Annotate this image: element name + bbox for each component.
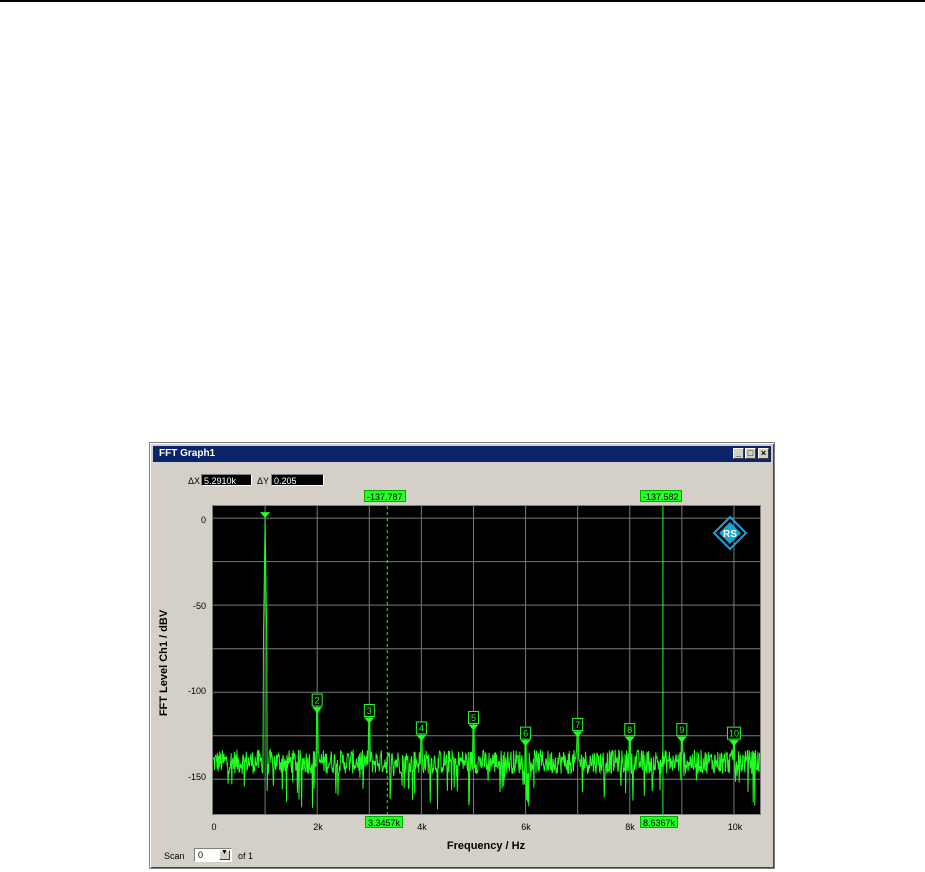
- harmonic-label: 4: [419, 723, 424, 733]
- harmonic-marker: [728, 740, 739, 747]
- harmonic-label: 6: [523, 729, 528, 739]
- harmonic-marker: [520, 740, 531, 747]
- delta-x-value: 5.2910k: [201, 474, 252, 486]
- fft-chart-svg: 2 3 4 5 6 7 8 9 10 RS: [213, 506, 760, 814]
- scan-select[interactable]: 0 ▼: [194, 848, 232, 862]
- harmonic-marker: [468, 724, 479, 731]
- x-tick-label: 6k: [521, 822, 531, 832]
- harmonic-label: 9: [679, 725, 684, 735]
- delta-x-label: ΔX: [188, 476, 201, 486]
- x-tick-label: 2k: [313, 822, 323, 832]
- harmonic-marker: [572, 731, 583, 738]
- delta-y-value: 0.205: [271, 474, 324, 486]
- minimize-button[interactable]: _: [733, 448, 744, 459]
- window-title: FFT Graph1: [159, 448, 216, 459]
- cursor-a-freq-tag[interactable]: 3.3457k: [365, 816, 404, 828]
- page-top-rule: [0, 0, 925, 2]
- x-axis-label: Frequency / Hz: [446, 840, 526, 852]
- y-tick-label: -100: [187, 686, 206, 696]
- cursor-b-level-tag[interactable]: -137.582: [640, 490, 682, 502]
- scan-label: Scan: [164, 851, 185, 861]
- x-tick-label: 0: [211, 822, 217, 832]
- cursor-a-level-tag[interactable]: -137.787: [364, 490, 406, 502]
- y-tick-label: -150: [187, 772, 206, 782]
- harmonic-label: 5: [471, 713, 476, 723]
- harmonic-label: 8: [627, 725, 632, 735]
- y-tick-label: 0: [200, 515, 206, 525]
- harmonic-label: 3: [367, 706, 372, 716]
- harmonic-label: 2: [315, 696, 320, 706]
- fundamental-marker: [260, 512, 271, 519]
- fft-plot-area[interactable]: 2 3 4 5 6 7 8 9 10 RS: [212, 505, 761, 815]
- x-tick-label: 10k: [727, 822, 743, 832]
- y-tick-label: -50: [192, 601, 206, 611]
- delta-y-label: ΔY: [257, 476, 270, 486]
- harmonic-marker: [416, 734, 427, 741]
- maximize-button[interactable]: □: [745, 448, 756, 459]
- cursor-b-freq-tag[interactable]: 8.6367k: [640, 816, 679, 828]
- harmonic-marker: [364, 717, 375, 724]
- x-tick-label: 4k: [417, 822, 427, 832]
- x-tick-label: 8k: [625, 822, 635, 832]
- harmonic-marker: [676, 736, 687, 743]
- chevron-down-icon[interactable]: ▼: [219, 849, 230, 860]
- scan-of-label: of 1: [238, 851, 254, 861]
- close-button[interactable]: ×: [758, 448, 769, 459]
- harmonic-label: 10: [729, 729, 739, 739]
- rohde-schwarz-logo-text: RS: [723, 529, 737, 540]
- title-bar[interactable]: FFT Graph1 _ □ ×: [153, 446, 771, 462]
- harmonic-marker: [312, 707, 323, 714]
- scan-value: 0: [198, 850, 204, 860]
- y-axis-label: FFT Level Ch1 / dBV: [158, 609, 170, 717]
- harmonic-marker: [624, 736, 635, 743]
- harmonic-label: 7: [575, 720, 580, 730]
- fft-graph-window: FFT Graph1 _ □ × ΔX 5.2910k ΔY 0.205 -13…: [149, 442, 775, 869]
